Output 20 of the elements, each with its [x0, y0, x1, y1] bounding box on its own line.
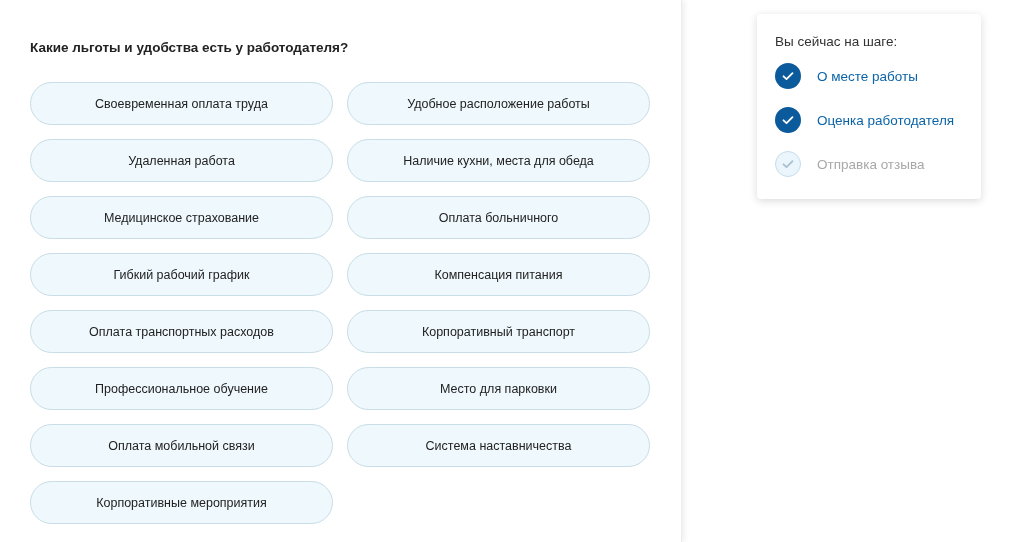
benefit-option[interactable]: Компенсация питания	[347, 253, 650, 296]
benefit-option[interactable]: Медицинское страхование	[30, 196, 333, 239]
benefit-option[interactable]: Своевременная оплата труда	[30, 82, 333, 125]
benefit-option[interactable]: Система наставничества	[347, 424, 650, 467]
step-label: Отправка отзыва	[817, 156, 925, 172]
step-label: О месте работы	[817, 68, 918, 84]
question-heading: Какие льготы и удобства есть у работодателя?	[30, 40, 350, 55]
benefit-option[interactable]: Корпоративный транспорт	[347, 310, 650, 353]
step-label: Оценка работодателя	[817, 112, 955, 128]
benefit-option[interactable]: Корпоративные мероприятия	[30, 481, 333, 524]
steps-title: Вы сейчас на шаге:	[775, 34, 899, 49]
benefit-option[interactable]: Профессиональное обучение	[30, 367, 333, 410]
benefit-option[interactable]: Удобное расположение работы	[347, 82, 650, 125]
benefit-option[interactable]: Гибкий рабочий график	[30, 253, 333, 296]
benefit-option[interactable]: Удаленная работа	[30, 139, 333, 182]
benefit-option[interactable]: Наличие кухни, места для обеда	[347, 139, 650, 182]
benefit-option[interactable]: Оплата мобильной связи	[30, 424, 333, 467]
benefit-option[interactable]: Место для парковки	[347, 367, 650, 410]
benefit-option[interactable]: Оплата транспортных расходов	[30, 310, 333, 353]
benefit-option[interactable]: Оплата больничного	[347, 196, 650, 239]
